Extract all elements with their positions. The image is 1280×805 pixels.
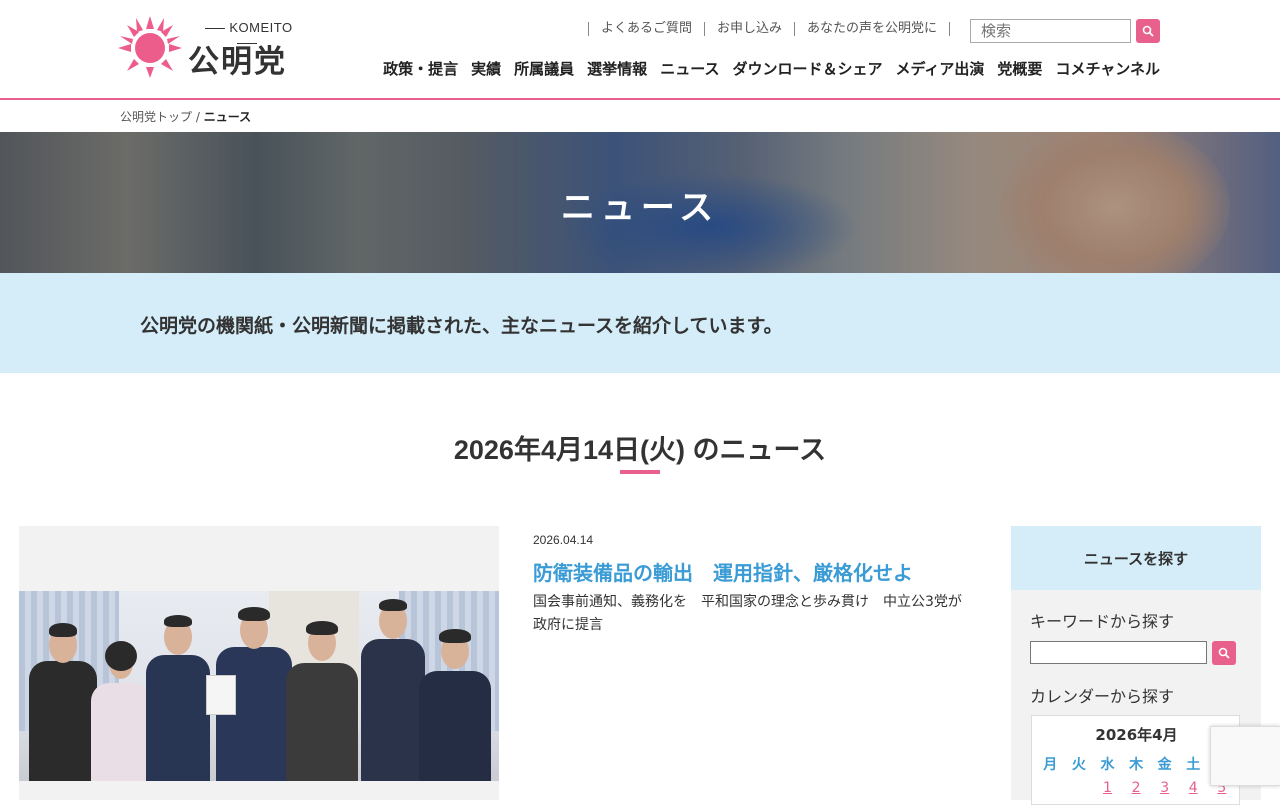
komeito-logo[interactable]: KOMEITO 公明党 [118,14,308,80]
recaptcha-badge[interactable] [1210,726,1280,786]
photo-person [417,591,493,781]
photo-person [284,591,360,781]
utility-links: よくあるご質問 お申し込み あなたの声を公明党に [587,22,950,36]
weekday-mon: 月 [1043,757,1058,773]
article-subtitle: 国会事前通知、義務化を 平和国家の理念と歩み貫け 中立公3党が政府に提言 [533,594,962,633]
intro-text: 公明党の機関紙・公明新聞に掲載された、主なニュースを紹介しています。 [140,315,783,337]
weekday-tue: 火 [1071,757,1086,773]
breadcrumb: 公明党トップ / ニュース [120,108,251,125]
util-link-voice[interactable]: あなたの声を公明党に [793,22,950,36]
calendar-day[interactable]: 3 [1150,780,1179,796]
weekday-wed: 水 [1100,757,1115,773]
calendar-search-label: カレンダーから探す [1030,687,1175,706]
nav-policy[interactable]: 政策・提言 [383,58,458,79]
calendar-day-empty [1065,780,1094,796]
keyword-search-label: キーワードから探す [1030,612,1175,631]
search-icon [1218,647,1230,659]
global-nav: 政策・提言 実績 所属議員 選挙情報 ニュース ダウンロード＆シェア メディア出… [383,58,1160,79]
logo-japanese: 公明党 [188,44,287,80]
util-link-faq[interactable]: よくあるご質問 [587,22,704,36]
heading-underline [620,470,660,474]
nav-download[interactable]: ダウンロード＆シェア [732,58,882,79]
intro-band: 公明党の機関紙・公明新聞に掲載された、主なニュースを紹介しています。 [0,273,1280,373]
calendar: 2026年4月 月 火 水 木 金 土 日 1 2 3 4 5 [1031,715,1240,805]
weekday-thu: 木 [1129,757,1144,773]
breadcrumb-separator: / [192,110,204,124]
photo-person [144,591,212,781]
breadcrumb-home[interactable]: 公明党トップ [120,110,192,124]
date-heading: 2026年4月14日(火) のニュース [453,435,827,465]
keyword-search-input[interactable] [1030,641,1207,664]
nav-achievements[interactable]: 実績 [471,58,501,79]
nav-media[interactable]: メディア出演 [895,58,984,79]
calendar-day[interactable]: 1 [1093,780,1122,796]
nav-news[interactable]: ニュース [660,58,719,79]
nav-elections[interactable]: 選挙情報 [587,58,647,79]
photo-person [206,591,294,781]
calendar-day[interactable]: 4 [1179,780,1208,796]
breadcrumb-current: ニュース [203,110,252,124]
keyword-search-button[interactable] [1212,641,1236,665]
article-date: 2026.04.14 [533,533,594,547]
nav-about[interactable]: 党概要 [997,58,1042,79]
sidebar-heading: ニュースを探す [1011,526,1261,590]
page-title: ニュース [560,188,720,228]
site-header: KOMEITO 公明党 よくあるご質問 お申し込み あなたの声を公明党に 政策・… [0,0,1280,100]
calendar-day-empty [1036,780,1065,796]
nav-members[interactable]: 所属議員 [514,58,574,79]
site-search-button[interactable] [1136,19,1160,43]
search-icon [1142,25,1154,37]
article-title[interactable]: 防衛装備品の輸出 運用指針、厳格化せよ [533,557,913,586]
site-search-input[interactable] [970,19,1131,43]
weekday-sat: 土 [1186,757,1201,773]
nav-channel[interactable]: コメチャンネル [1055,58,1160,79]
article-photo[interactable] [19,591,499,781]
util-link-apply[interactable]: お申し込み [703,22,794,36]
sun-logo-icon [118,16,182,78]
weekday-fri: 金 [1157,757,1172,773]
calendar-day[interactable]: 2 [1122,780,1151,796]
